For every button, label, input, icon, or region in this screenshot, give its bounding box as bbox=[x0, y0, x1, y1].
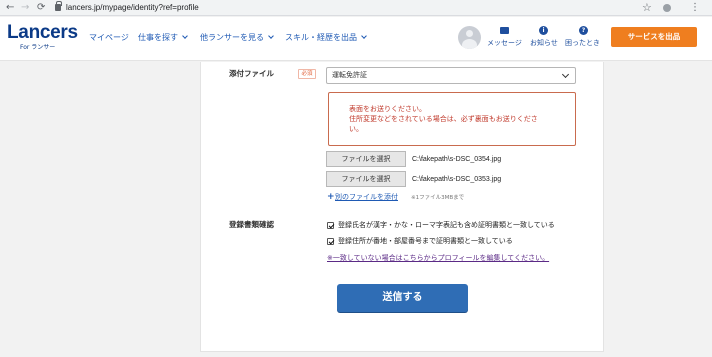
nav-skill-listing[interactable]: スキル・経歴を出品 bbox=[285, 32, 367, 43]
mail-icon[interactable] bbox=[500, 27, 509, 34]
bookmark-star-icon[interactable]: ☆ bbox=[642, 1, 652, 14]
name-match-checkbox[interactable] bbox=[327, 222, 334, 229]
confirm-documents-label: 登録書類確認 bbox=[229, 220, 274, 229]
choose-file-button-2[interactable]: ファイルを選択 bbox=[326, 171, 406, 187]
submit-button[interactable]: 送信する bbox=[337, 284, 468, 312]
lock-icon bbox=[55, 1, 62, 11]
add-file-link[interactable]: 別のファイルを添付 bbox=[335, 193, 398, 202]
nav-find-work[interactable]: 仕事を探す bbox=[138, 32, 188, 43]
address-match-label[interactable]: 登録住所が番地・部屋番号まで証明書類と一致している bbox=[338, 236, 513, 246]
post-service-button[interactable]: サービスを出品 bbox=[611, 27, 697, 47]
plus-icon: + bbox=[327, 192, 335, 202]
extension-icon[interactable] bbox=[663, 4, 671, 12]
notifications-link[interactable]: お知らせ bbox=[530, 39, 558, 48]
address-match-checkbox[interactable] bbox=[327, 238, 334, 245]
document-alert-box: 表面をお送りください。 住所変更などをされている場合は、必ず裏面もお送りくださ … bbox=[328, 92, 576, 146]
site-header: Lancers For ランサー マイページ 仕事を探す 他ランサーを見る スキ… bbox=[0, 17, 712, 61]
back-arrow-icon[interactable]: ← bbox=[6, 2, 14, 14]
document-type-select[interactable]: 運転免許証 bbox=[326, 67, 576, 84]
required-badge: 必須 bbox=[298, 69, 316, 79]
chevron-down-icon bbox=[361, 33, 367, 39]
user-avatar[interactable] bbox=[458, 26, 481, 49]
chevron-down-icon bbox=[268, 33, 274, 39]
forward-arrow-icon[interactable]: → bbox=[21, 2, 29, 14]
file-name-1: C:\fakepath\s-DSC_0354.jpg bbox=[412, 156, 502, 163]
browser-toolbar: ← → ⟳ lancers.jp/mypage/identity?ref=pro… bbox=[0, 0, 712, 16]
nav-other-lancers[interactable]: 他ランサーを見る bbox=[200, 32, 274, 43]
chevron-down-icon bbox=[182, 33, 188, 39]
nav-mypage[interactable]: マイページ bbox=[89, 32, 129, 43]
alert-line: い。 bbox=[349, 125, 363, 133]
alert-line: 住所変更などをされている場合は、必ず裏面もお送りくださ bbox=[349, 115, 538, 123]
name-match-label[interactable]: 登録氏名が漢字・かな・ローマ字表記も含め証明書類と一致している bbox=[338, 220, 555, 230]
file-name-2: C:\fakepath\s-DSC_0353.jpg bbox=[412, 176, 502, 183]
help-icon[interactable]: ? bbox=[579, 26, 588, 35]
address-bar[interactable]: lancers.jp/mypage/identity?ref=profile bbox=[66, 2, 199, 14]
document-type-value: 運転免許証 bbox=[332, 71, 367, 79]
browser-menu-icon[interactable]: ⋮ bbox=[690, 1, 700, 14]
file-size-note: ※1ファイル3MBまで bbox=[411, 195, 465, 201]
chevron-down-icon bbox=[561, 70, 570, 79]
help-link[interactable]: 困ったとき bbox=[565, 39, 600, 48]
alert-line: 表面をお送りください。 bbox=[349, 105, 426, 113]
edit-profile-link[interactable]: ※一致していない場合はこちらからプロフィールを編集してください。 bbox=[327, 253, 549, 263]
logo-subtitle: For ランサー bbox=[20, 44, 56, 51]
reload-icon[interactable]: ⟳ bbox=[37, 2, 45, 14]
attachment-label: 添付ファイル bbox=[229, 69, 274, 78]
choose-file-button-1[interactable]: ファイルを選択 bbox=[326, 151, 406, 167]
messages-link[interactable]: メッセージ bbox=[487, 39, 522, 48]
lancers-logo[interactable]: Lancers bbox=[7, 22, 78, 44]
info-icon[interactable]: i bbox=[539, 26, 548, 35]
identity-form-card: 添付ファイル 必須 運転免許証 表面をお送りください。 住所変更などをされている… bbox=[200, 62, 604, 352]
